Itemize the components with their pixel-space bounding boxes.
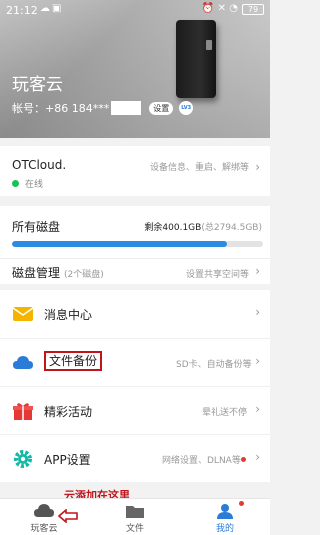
disk-count: (2个磁盘) [64, 270, 104, 280]
device-card[interactable]: OTCloud. 在线 设备信息、重启、解绑等 › [0, 146, 270, 196]
menu-label: APP设置 [44, 453, 91, 467]
disks-card[interactable]: 所有磁盘 剩余400.1GB(总2794.5GB) [0, 206, 270, 258]
disks-remaining: 剩余400.1GB(总2794.5GB) [144, 220, 262, 233]
disk-manage-label: 磁盘管理 [12, 266, 61, 280]
status-bar: 21:12 ☁ ▣ ⏰ ✕ ◔ 79 [0, 0, 270, 20]
disks-remaining-value: 剩余400.1GB [144, 223, 202, 233]
gear-icon [14, 450, 32, 468]
device-name: OTCloud. [12, 158, 67, 172]
disk-usage-fill [12, 241, 228, 247]
user-icon [217, 504, 233, 519]
disk-usage-bar [12, 241, 263, 247]
cloud-icon [13, 356, 33, 369]
alarm-icon: ⏰ [201, 3, 214, 14]
header-shade [0, 0, 270, 138]
cloud-tab-icon [34, 504, 54, 517]
disks-title: 所有磁盘 [12, 220, 61, 234]
device-logo [206, 40, 212, 50]
menu-item-messages[interactable]: 消息中心 › [0, 290, 270, 338]
chevron-right-icon: › [255, 160, 260, 174]
annotation-arrow-icon [58, 509, 78, 523]
device-image [176, 20, 216, 98]
account-set-button[interactable]: 设置 [149, 101, 174, 115]
disk-manage-title: 磁盘管理 (2个磁盘) [12, 264, 104, 281]
menu-label: 文件备份 [44, 351, 103, 371]
menu-item-app-settings[interactable]: APP设置 网络设置、DLNA等 › [0, 434, 270, 482]
chevron-right-icon: › [255, 354, 260, 368]
envelope-icon [12, 307, 34, 321]
file-backup-highlight: 文件备份 [44, 351, 103, 371]
disk-manage-hint: 设置共享空间等 [186, 270, 250, 280]
notification-dot [241, 457, 246, 462]
disk-manage-row[interactable]: 磁盘管理 (2个磁盘) 设置共享空间等 › [0, 258, 270, 284]
tab-label: 我的 [215, 524, 234, 534]
battery-icon: 79 [242, 4, 264, 15]
menu-label: 消息中心 [44, 308, 93, 322]
status-time: 21:12 [6, 4, 38, 17]
bottom-tab-bar: 玩客云 文件 我的 [0, 498, 270, 535]
menu-item-file-backup[interactable]: 文件备份 SD卡、自动备份等 › [0, 338, 270, 386]
menu-hint: SD卡、自动备份等 [176, 360, 252, 370]
menu-hint: 网络设置、DLNA等 [162, 456, 241, 466]
chevron-right-icon: › [255, 402, 260, 416]
level-badge: LV3 [179, 101, 194, 115]
profile-header: 21:12 ☁ ▣ ⏰ ✕ ◔ 79 玩客云 帐号：+86 184*** 设置 … [0, 0, 270, 138]
menu-label: 精彩活动 [44, 405, 93, 419]
chevron-right-icon: › [255, 450, 260, 464]
wifi-icon: ◔ [229, 3, 238, 14]
online-dot-icon [12, 180, 19, 187]
mute-icon: ✕ [217, 3, 226, 14]
chevron-right-icon: › [255, 305, 260, 319]
menu-item-activities[interactable]: 精彩活动 晕礼送不停 › [0, 386, 270, 434]
device-hint: 设备信息、重启、解绑等 [150, 163, 250, 173]
device-status: 在线 [12, 177, 43, 190]
account-redaction [111, 101, 142, 115]
menu-hint: 晕礼送不停 [202, 408, 248, 418]
device-status-text: 在线 [25, 180, 44, 190]
page-title: 玩客云 [12, 75, 63, 95]
notification-dot [239, 501, 244, 506]
account-label: 帐号：+86 184*** [12, 102, 110, 115]
gift-icon [13, 403, 33, 420]
folder-icon [126, 506, 144, 518]
account-row: 帐号：+86 184*** 设置 LV3 [12, 100, 194, 116]
chevron-right-icon: › [255, 264, 260, 278]
tab-files[interactable]: 文件 [95, 499, 175, 535]
tab-mine[interactable]: 我的 [185, 499, 265, 535]
tab-label: 文件 [125, 524, 144, 534]
disks-total: (总2794.5GB) [201, 223, 262, 233]
image-status-icon: ▣ [52, 3, 62, 14]
cloud-status-icon: ☁ [40, 3, 50, 14]
